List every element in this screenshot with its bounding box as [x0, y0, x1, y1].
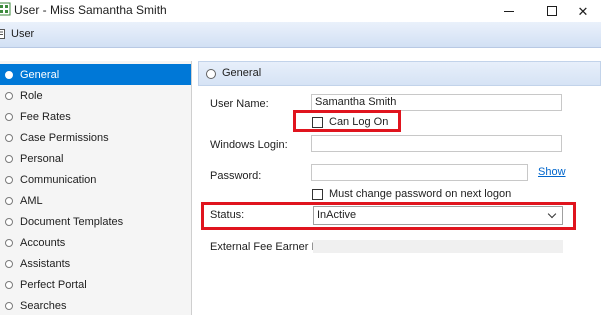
user-record-icon — [0, 29, 5, 39]
sidebar-item-label: AML — [20, 194, 43, 207]
radio-icon — [206, 69, 216, 79]
sidebar-item-aml[interactable]: AML — [0, 190, 191, 211]
sidebar-item-label: Searches — [20, 299, 67, 312]
radio-icon — [5, 154, 13, 163]
password-input[interactable] — [311, 164, 528, 181]
sidebar-item-label: Fee Rates — [20, 110, 71, 123]
windows-login-label: Windows Login: — [210, 139, 288, 151]
sidebar-item-label: Perfect Portal — [20, 278, 87, 291]
sidebar-item-communication[interactable]: Communication — [0, 169, 191, 190]
sidebar-item-label: Assistants — [20, 257, 71, 270]
highlight-can-log-on — [293, 110, 401, 132]
radio-icon — [5, 217, 13, 226]
sidebar-item-fee-rates[interactable]: Fee Rates — [0, 106, 191, 127]
sidebar-item-assistants[interactable]: Assistants — [0, 253, 191, 274]
sidebar-item-personal[interactable]: Personal — [0, 148, 191, 169]
app-icon — [0, 2, 11, 16]
sidebar-item-label: Accounts — [20, 236, 66, 249]
user-name-label: User Name: — [210, 98, 269, 110]
window-title: User - Miss Samantha Smith — [14, 3, 167, 17]
sidebar-item-label: Role — [20, 89, 43, 102]
sidebar-item-general[interactable]: General — [0, 64, 191, 85]
radio-icon — [5, 70, 13, 79]
sidebar-item-label: Communication — [20, 173, 97, 186]
radio-icon — [5, 259, 13, 268]
section-title: General — [222, 67, 262, 79]
highlight-status — [201, 202, 576, 230]
maximize-icon — [547, 6, 557, 16]
external-fee-earner-id-field — [313, 240, 563, 253]
title-bar: User - Miss Samantha Smith ✕ — [0, 0, 601, 22]
password-label: Password: — [210, 170, 262, 182]
radio-icon — [5, 196, 13, 205]
must-change-password-row[interactable]: Must change password on next logon — [312, 188, 511, 200]
radio-icon — [5, 301, 13, 310]
sidebar-item-document-templates[interactable]: Document Templates — [0, 211, 191, 232]
must-change-password-label: Must change password on next logon — [329, 188, 512, 200]
radio-icon — [5, 112, 13, 121]
windows-login-input[interactable] — [311, 135, 562, 152]
sidebar-item-case-permissions[interactable]: Case Permissions — [0, 127, 191, 148]
sidebar-item-accounts[interactable]: Accounts — [0, 232, 191, 253]
sidebar-item-searches[interactable]: Searches — [0, 295, 191, 316]
close-button[interactable]: ✕ — [565, 0, 601, 22]
header-title: User — [11, 28, 35, 40]
section-header[interactable]: General — [198, 61, 601, 86]
user-name-input[interactable]: Samantha Smith — [311, 94, 562, 111]
minimize-button[interactable] — [487, 0, 531, 22]
minimize-icon — [504, 10, 514, 12]
sidebar-item-perfect-portal[interactable]: Perfect Portal — [0, 274, 191, 295]
radio-icon — [5, 280, 13, 289]
show-password-link[interactable]: Show — [538, 166, 566, 178]
sidebar-item-label: Personal — [20, 152, 64, 165]
sidebar-item-label: Case Permissions — [20, 131, 109, 144]
close-icon: ✕ — [577, 3, 589, 19]
radio-icon — [5, 238, 13, 247]
sidebar-item-label: Document Templates — [20, 215, 124, 228]
external-fee-earner-id-label: External Fee Earner ID: — [210, 241, 326, 253]
sidebar-nav: General Role Fee Rates Case Permissions … — [0, 61, 192, 315]
radio-icon — [5, 175, 13, 184]
radio-icon — [5, 133, 13, 142]
must-change-password-checkbox[interactable] — [312, 188, 323, 200]
sidebar-item-label: General — [20, 68, 60, 81]
radio-icon — [5, 91, 13, 100]
sidebar-item-role[interactable]: Role — [0, 85, 191, 106]
record-header: User — [0, 22, 601, 48]
